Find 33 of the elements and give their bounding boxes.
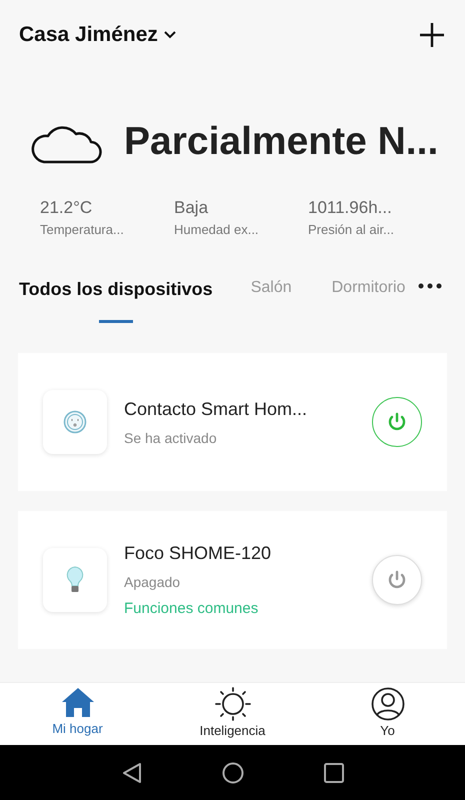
power-icon bbox=[387, 570, 407, 590]
user-icon bbox=[370, 687, 404, 721]
stat-label: Presión al air... bbox=[308, 222, 395, 237]
chevron-down-icon bbox=[164, 31, 176, 39]
power-button[interactable] bbox=[372, 397, 422, 447]
stat-value: 1011.96h... bbox=[308, 198, 393, 218]
power-button[interactable] bbox=[372, 555, 422, 605]
bulb-icon bbox=[65, 566, 85, 594]
device-status: Se ha activado bbox=[124, 430, 218, 446]
socket-icon bbox=[63, 410, 87, 434]
add-button[interactable] bbox=[419, 22, 445, 48]
back-icon[interactable] bbox=[122, 762, 142, 784]
stat-value: Baja bbox=[174, 198, 210, 218]
home-circle-icon[interactable] bbox=[222, 762, 244, 784]
power-icon bbox=[387, 412, 407, 432]
nav-tab[interactable]: Inteligencia bbox=[155, 683, 310, 745]
room-tab[interactable]: Todos los dispositivos bbox=[19, 279, 213, 323]
device-name: Foco SHOME-120 bbox=[124, 543, 272, 564]
stat-label: Humedad ex... bbox=[174, 222, 260, 237]
nav-tab[interactable]: Yo bbox=[310, 683, 465, 745]
stat-value: 21.2°C bbox=[40, 198, 94, 218]
home-selector[interactable]: Casa Jiménez bbox=[19, 23, 176, 47]
stat-label: Temperatura... bbox=[40, 222, 125, 237]
device-card[interactable]: Foco SHOME-120 Apagado Funciones comunes bbox=[18, 511, 447, 649]
device-status: Apagado bbox=[124, 574, 182, 590]
nav-tab[interactable]: Mi hogar bbox=[0, 683, 155, 745]
more-icon[interactable] bbox=[418, 283, 442, 289]
home-icon bbox=[60, 687, 94, 719]
recents-icon[interactable] bbox=[324, 762, 344, 782]
sun-icon bbox=[214, 687, 250, 721]
weather-condition: Parcialmente N... bbox=[124, 120, 438, 164]
device-card[interactable]: Contacto Smart Hom... Se ha activado bbox=[18, 353, 447, 491]
device-name: Contacto Smart Hom... bbox=[124, 398, 308, 420]
